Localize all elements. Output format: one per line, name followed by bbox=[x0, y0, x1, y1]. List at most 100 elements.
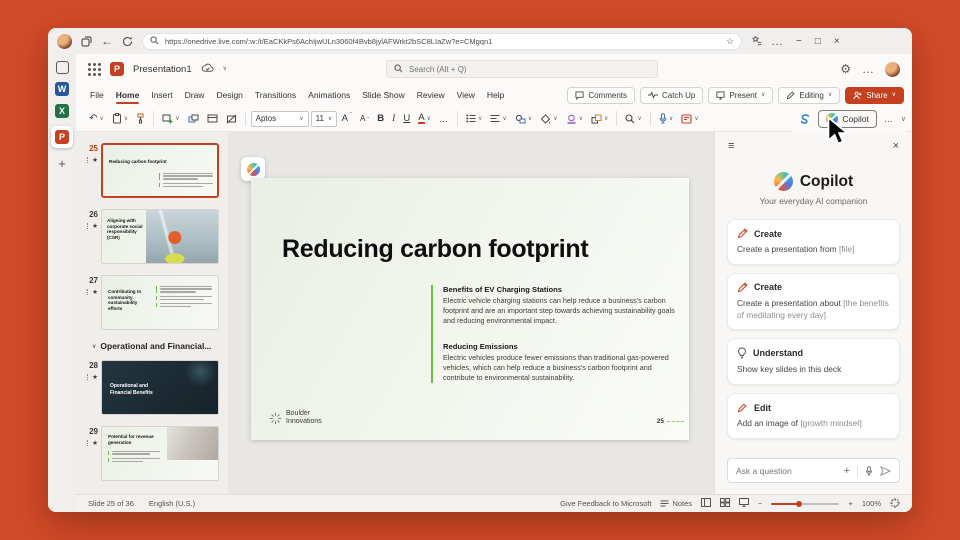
back-button[interactable]: ← bbox=[101, 35, 113, 47]
menu-view[interactable]: View bbox=[451, 86, 481, 104]
slide-count-label[interactable]: Slide 25 of 36 bbox=[88, 499, 134, 508]
thumbnail-slide-29[interactable]: 29 ★ Potential for revenue generation bbox=[80, 426, 228, 481]
bullets-button[interactable]: ∨ bbox=[463, 111, 485, 126]
slide-title[interactable]: Reducing carbon footprint bbox=[282, 235, 589, 264]
zoom-slider[interactable] bbox=[771, 500, 840, 507]
language-label[interactable]: English (U.S.) bbox=[149, 499, 195, 508]
font-more-button[interactable]: … bbox=[436, 111, 452, 127]
panel-menu-icon[interactable]: ≡ bbox=[728, 140, 734, 152]
underline-button[interactable]: U bbox=[400, 110, 413, 127]
editing-button[interactable]: Editing ∨ bbox=[778, 86, 841, 104]
new-tab-button[interactable]: + bbox=[58, 156, 66, 171]
slide-sorter-button[interactable] bbox=[720, 498, 731, 509]
minimize-button[interactable]: − bbox=[796, 36, 802, 47]
new-slide-button[interactable]: ∨ bbox=[159, 111, 182, 127]
bold-button[interactable]: B bbox=[374, 110, 387, 127]
slide-text-blocks[interactable]: Benefits of EV Charging Stations Electri… bbox=[431, 285, 681, 384]
thumbnail-image[interactable]: Aligning with corporate social responsib… bbox=[101, 209, 219, 264]
copilot-card-understand[interactable]: Understand Show key slides in this deck bbox=[727, 338, 900, 386]
italic-button[interactable]: I bbox=[389, 111, 398, 127]
menu-design[interactable]: Design bbox=[210, 86, 248, 104]
share-button[interactable]: Share ∨ bbox=[845, 86, 904, 104]
menu-file[interactable]: File bbox=[84, 86, 110, 104]
font-name-select[interactable]: Aptos ∨ bbox=[250, 110, 309, 127]
address-bar[interactable]: https://onedrive.live.com/:w:/t/EaCKkPs6… bbox=[142, 32, 742, 50]
arrange-button[interactable]: ∨ bbox=[588, 111, 611, 127]
panel-close-icon[interactable]: × bbox=[893, 140, 899, 152]
normal-view-button[interactable] bbox=[701, 498, 712, 509]
thumbnail-image[interactable]: Contributing to community sustainability… bbox=[101, 275, 219, 330]
undo-button[interactable]: ↶ ∨ bbox=[86, 110, 107, 127]
text-block[interactable]: Reducing Emissions Electric vehicles pro… bbox=[443, 342, 681, 383]
align-button[interactable]: ∨ bbox=[487, 111, 509, 126]
copilot-card-create-from[interactable]: Create Create a presentation from [file] bbox=[727, 219, 900, 265]
paste-button[interactable]: ∨ bbox=[109, 110, 131, 127]
copilot-card-edit[interactable]: Edit Add an image of [growth mindset] bbox=[727, 393, 900, 439]
menu-transitions[interactable]: Transitions bbox=[249, 86, 302, 104]
search-box[interactable] bbox=[386, 60, 658, 78]
thumbnail-slide-27[interactable]: 27 ★ Contributing to community sustainabi… bbox=[80, 275, 228, 330]
dictate-button[interactable]: ∨ bbox=[656, 110, 676, 127]
thumbnail-slide-25[interactable]: 25 ★ Reducing carbon footprint bbox=[80, 143, 228, 198]
slideshow-view-button[interactable] bbox=[739, 498, 750, 509]
comments-button[interactable]: Comments bbox=[567, 86, 636, 104]
thumbnail-image[interactable]: Potential for revenue generation bbox=[101, 426, 219, 481]
section-collapse-icon[interactable]: ∨ bbox=[92, 343, 96, 350]
zoom-level-label[interactable]: 100% bbox=[862, 499, 881, 508]
menu-slide-show[interactable]: Slide Show bbox=[356, 86, 411, 104]
tab-icon[interactable] bbox=[55, 61, 69, 74]
thumbnail-slide-28[interactable]: 28 ★ Operational and Financial Benefits bbox=[80, 360, 228, 415]
designer-icon[interactable] bbox=[796, 110, 814, 128]
favorites-icon[interactable] bbox=[751, 35, 762, 47]
zoom-in-button[interactable]: + bbox=[848, 499, 852, 508]
send-icon[interactable] bbox=[880, 465, 891, 476]
shrink-font-button[interactable]: Aˇ bbox=[357, 111, 372, 126]
chevron-down-icon[interactable]: ∨ bbox=[223, 66, 227, 72]
settings-gear-icon[interactable]: ⚙ bbox=[840, 63, 851, 75]
grow-font-button[interactable]: Aˆ bbox=[339, 110, 355, 127]
font-size-select[interactable]: 11 ∨ bbox=[310, 110, 337, 127]
close-button[interactable]: × bbox=[834, 36, 840, 47]
present-button[interactable]: Present ∨ bbox=[708, 86, 774, 104]
app-launcher-icon[interactable] bbox=[88, 62, 101, 76]
notes-button[interactable]: Notes bbox=[660, 499, 692, 508]
bookmark-icon[interactable]: ☆ bbox=[726, 36, 734, 47]
excel-tab[interactable]: X bbox=[55, 104, 69, 118]
maximize-button[interactable]: □ bbox=[815, 36, 821, 47]
design-ideas-button[interactable]: ∨ bbox=[678, 111, 701, 127]
editing-canvas[interactable]: Reducing carbon footprint Benefits of EV… bbox=[228, 132, 714, 494]
font-color-button[interactable]: A ∨ bbox=[415, 110, 434, 128]
menu-insert[interactable]: Insert bbox=[145, 86, 178, 104]
duplicate-slide-button[interactable] bbox=[185, 111, 202, 127]
text-block[interactable]: Benefits of EV Charging Stations Electri… bbox=[443, 285, 681, 326]
find-button[interactable]: ∨ bbox=[622, 111, 644, 127]
browser-profile-avatar[interactable] bbox=[57, 33, 72, 49]
document-title[interactable]: Presentation1 bbox=[133, 64, 192, 75]
fit-slide-button[interactable] bbox=[890, 497, 900, 510]
format-painter-button[interactable] bbox=[133, 110, 148, 127]
header-more-icon[interactable]: … bbox=[862, 63, 874, 75]
menu-home[interactable]: Home bbox=[110, 86, 146, 104]
menu-draw[interactable]: Draw bbox=[179, 86, 211, 104]
menu-review[interactable]: Review bbox=[411, 86, 451, 104]
zoom-out-button[interactable]: − bbox=[758, 499, 762, 508]
workspaces-icon[interactable] bbox=[81, 35, 92, 47]
copilot-card-create-about[interactable]: Create Create a presentation about [the … bbox=[727, 272, 900, 331]
voice-input-icon[interactable] bbox=[865, 465, 873, 476]
shapes-button[interactable]: ∨ bbox=[512, 111, 535, 127]
shape-fill-button[interactable]: ∨ bbox=[537, 111, 560, 127]
menu-help[interactable]: Help bbox=[481, 86, 510, 104]
shape-outline-button[interactable]: ∨ bbox=[563, 111, 586, 127]
copilot-question-box[interactable]: + bbox=[727, 458, 900, 483]
thumbnail-slide-26[interactable]: 26 ★ Aligning with corporate social respo… bbox=[80, 209, 228, 264]
ribbon-collapse-icon[interactable]: ∨ bbox=[901, 116, 906, 123]
powerpoint-tab-active[interactable]: P bbox=[51, 126, 73, 148]
browser-menu-icon[interactable]: … bbox=[771, 35, 783, 47]
catch-up-button[interactable]: Catch Up bbox=[640, 86, 704, 104]
feedback-link[interactable]: Give Feedback to Microsoft bbox=[560, 499, 651, 508]
hide-slide-button[interactable] bbox=[223, 111, 240, 127]
refresh-button[interactable] bbox=[122, 36, 133, 47]
add-attachment-icon[interactable]: + bbox=[844, 465, 850, 477]
thumbnail-image[interactable]: Reducing carbon footprint bbox=[101, 143, 219, 198]
slide-layout-button[interactable] bbox=[204, 111, 221, 126]
